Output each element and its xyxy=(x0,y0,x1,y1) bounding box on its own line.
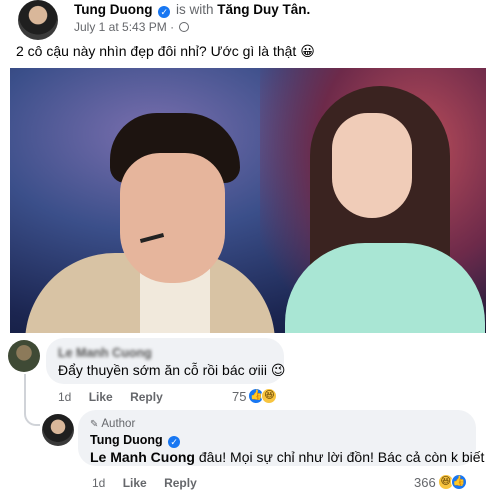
post-text: 2 cô cậu này nhìn đẹp đôi nhỉ? Ước gì là… xyxy=(16,43,315,59)
author-reply-avatar[interactable] xyxy=(42,414,74,446)
haha-reaction-icon: 😆 xyxy=(261,388,278,404)
reply-button[interactable]: Reply xyxy=(130,390,163,404)
with-prefix: is with xyxy=(176,2,214,17)
separator: · xyxy=(170,20,175,34)
reply-like-button[interactable]: Like xyxy=(123,476,147,490)
post-author-name[interactable]: Tung Duong xyxy=(74,2,152,17)
mention-link[interactable]: Le Manh Cuong xyxy=(90,449,195,465)
reply-author-name[interactable]: Tung Duong ✓ xyxy=(90,432,464,448)
comment-bubble: Le Manh Cuong Đẩy thuyền sớm ăn cỗ rồi b… xyxy=(46,338,286,384)
verified-icon: ✓ xyxy=(168,436,181,448)
like-reaction-icon: 👍 xyxy=(450,474,467,490)
verified-icon: ✓ xyxy=(158,6,171,18)
author-badge: ✎ Author xyxy=(90,418,136,430)
reply-bubble: ✎ Author Tung Duong ✓ Le Manh Cuong đâu! … xyxy=(78,410,485,466)
commenter-avatar[interactable] xyxy=(8,340,40,372)
reply-thread-line xyxy=(24,374,40,426)
comment-time[interactable]: 1d xyxy=(58,390,71,404)
comment-actions: 1d Like Reply xyxy=(58,390,177,404)
post-photo[interactable] xyxy=(10,68,486,333)
woman-face xyxy=(332,113,412,218)
reply-text: Le Manh Cuong đâu! Mọi sự chỉ như lời đồ… xyxy=(90,449,485,465)
reaction-summary[interactable]: 75 👍 😆 xyxy=(232,388,278,404)
author-avatar[interactable] xyxy=(18,0,58,40)
like-button[interactable]: Like xyxy=(89,390,113,404)
man-face xyxy=(120,153,225,283)
reply-reply-button[interactable]: Reply xyxy=(164,476,197,490)
tagged-person-name[interactable]: Tăng Duy Tân. xyxy=(217,2,310,17)
post-header-text: Tung Duong ✓ is with Tăng Duy Tân. July … xyxy=(74,2,310,34)
commenter-name[interactable]: Le Manh Cuong xyxy=(58,345,272,361)
pencil-icon: ✎ xyxy=(90,419,99,430)
reply-actions: 1d Like Reply xyxy=(92,476,211,490)
reaction-count: 75 xyxy=(232,388,247,404)
reply-time[interactable]: 1d xyxy=(92,476,105,490)
post-timestamp[interactable]: July 1 at 5:43 PM xyxy=(74,20,167,34)
globe-icon xyxy=(179,22,190,32)
reply-reaction-count: 366 xyxy=(414,474,436,490)
comment-text: Đẩy thuyền sớm ăn cỗ rồi bác ơiii 😉 xyxy=(58,362,286,378)
reply-reaction-summary[interactable]: 366 😆 👍 xyxy=(414,474,467,490)
